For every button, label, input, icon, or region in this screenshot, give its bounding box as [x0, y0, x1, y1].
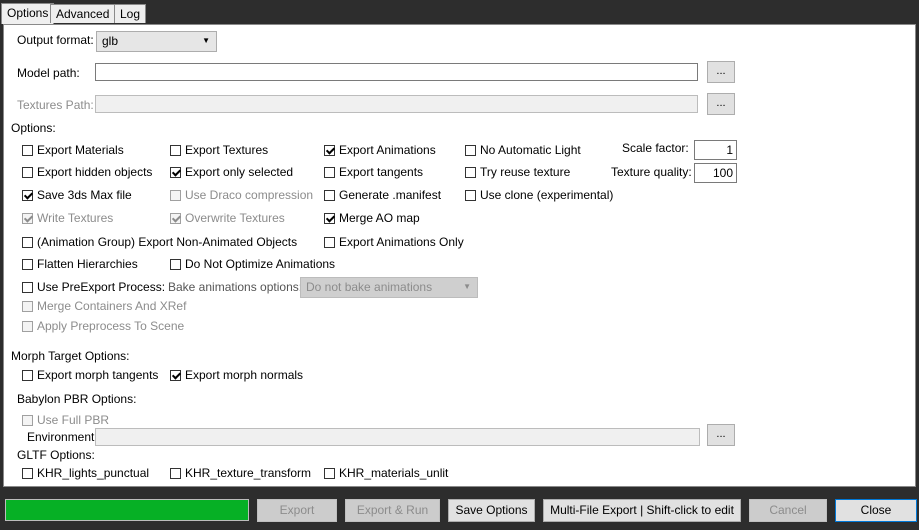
export-materials-checkbox[interactable]: Export Materials: [22, 143, 124, 157]
babylon-pbr-header: Babylon PBR Options:: [17, 392, 137, 406]
khr-materials-unlit-checkbox[interactable]: KHR_materials_unlit: [324, 466, 448, 480]
gltf-options-header: GLTF Options:: [17, 448, 95, 462]
tab-advanced[interactable]: Advanced: [50, 4, 116, 23]
use-full-pbr-checkbox[interactable]: Use Full PBR: [22, 413, 109, 427]
tab-options[interactable]: Options: [1, 3, 55, 24]
texture-quality-label: Texture quality:: [611, 165, 692, 179]
khr-texture-transform-checkbox[interactable]: KHR_texture_transform: [170, 466, 311, 480]
save-3ds-max-file-checkbox[interactable]: Save 3ds Max file: [22, 188, 132, 202]
model-path-browse-button[interactable]: ...: [707, 61, 735, 83]
merge-ao-map-checkbox[interactable]: Merge AO map: [324, 211, 420, 225]
tab-bar: Options Advanced Log: [0, 0, 919, 24]
no-automatic-light-checkbox[interactable]: No Automatic Light: [465, 143, 581, 157]
dropdown-arrow-icon: ▼: [202, 36, 210, 45]
export-textures-checkbox[interactable]: Export Textures: [170, 143, 268, 157]
overwrite-textures-checkbox[interactable]: Overwrite Textures: [170, 211, 285, 225]
export-hidden-objects-checkbox[interactable]: Export hidden objects: [22, 165, 152, 179]
multi-file-export-button[interactable]: Multi-File Export | Shift-click to edit: [543, 499, 741, 522]
tab-log[interactable]: Log: [114, 4, 147, 23]
export-tangents-checkbox[interactable]: Export tangents: [324, 165, 423, 179]
export-morph-tangents-checkbox[interactable]: Export morph tangents: [22, 368, 158, 382]
close-button[interactable]: Close: [835, 499, 917, 522]
output-format-select[interactable]: glb ▼: [96, 31, 217, 52]
environment-input[interactable]: [95, 428, 700, 446]
scale-factor-label: Scale factor:: [622, 141, 689, 155]
export-animations-only-checkbox[interactable]: Export Animations Only: [324, 235, 464, 249]
morph-target-header: Morph Target Options:: [11, 349, 130, 363]
output-format-label: Output format:: [17, 33, 94, 47]
export-only-selected-checkbox[interactable]: Export only selected: [170, 165, 293, 179]
export-morph-normals-checkbox[interactable]: Export morph normals: [170, 368, 303, 382]
export-button[interactable]: Export: [257, 499, 337, 522]
write-textures-checkbox[interactable]: Write Textures: [22, 211, 113, 225]
model-path-label: Model path:: [17, 66, 80, 80]
use-draco-compression-checkbox[interactable]: Use Draco compression: [170, 188, 313, 202]
environment-label: Environment: [27, 430, 95, 444]
khr-lights-punctual-checkbox[interactable]: KHR_lights_punctual: [22, 466, 149, 480]
use-clone-checkbox[interactable]: Use clone (experimental): [465, 188, 613, 202]
scale-factor-input[interactable]: [694, 140, 737, 160]
output-format-value: glb: [102, 34, 119, 48]
progress-fill: [6, 500, 248, 520]
bake-animations-value: Do not bake animations: [306, 280, 433, 294]
cancel-button[interactable]: Cancel: [749, 499, 827, 522]
options-panel: Output format: glb ▼ Model path: ... Tex…: [3, 24, 916, 487]
bake-animations-label: Bake animations options:: [168, 280, 303, 294]
do-not-optimize-animations-checkbox[interactable]: Do Not Optimize Animations: [170, 257, 335, 271]
apply-preprocess-checkbox[interactable]: Apply Preprocess To Scene: [22, 319, 184, 333]
save-options-button[interactable]: Save Options: [448, 499, 535, 522]
export-animations-checkbox[interactable]: Export Animations: [324, 143, 436, 157]
flatten-hierarchies-checkbox[interactable]: Flatten Hierarchies: [22, 257, 138, 271]
merge-containers-checkbox[interactable]: Merge Containers And XRef: [22, 299, 186, 313]
dropdown-arrow-icon: ▼: [463, 282, 471, 291]
generate-manifest-checkbox[interactable]: Generate .manifest: [324, 188, 441, 202]
textures-path-input[interactable]: [95, 95, 698, 113]
texture-quality-input[interactable]: [694, 163, 737, 183]
anim-group-non-animated-checkbox[interactable]: (Animation Group) Export Non-Animated Ob…: [22, 235, 297, 249]
export-progress-bar: [5, 499, 249, 521]
footer-bar: Export Export & Run Save Options Multi-F…: [0, 487, 919, 530]
export-and-run-button[interactable]: Export & Run: [345, 499, 440, 522]
model-path-input[interactable]: [95, 63, 698, 81]
textures-path-browse-button[interactable]: ...: [707, 93, 735, 115]
use-preexport-checkbox[interactable]: Use PreExport Process:: [22, 280, 165, 294]
try-reuse-texture-checkbox[interactable]: Try reuse texture: [465, 165, 570, 179]
bake-animations-select[interactable]: Do not bake animations ▼: [300, 277, 478, 298]
textures-path-label: Textures Path:: [17, 98, 94, 112]
environment-browse-button[interactable]: ...: [707, 424, 735, 446]
options-header: Options:: [11, 121, 56, 135]
